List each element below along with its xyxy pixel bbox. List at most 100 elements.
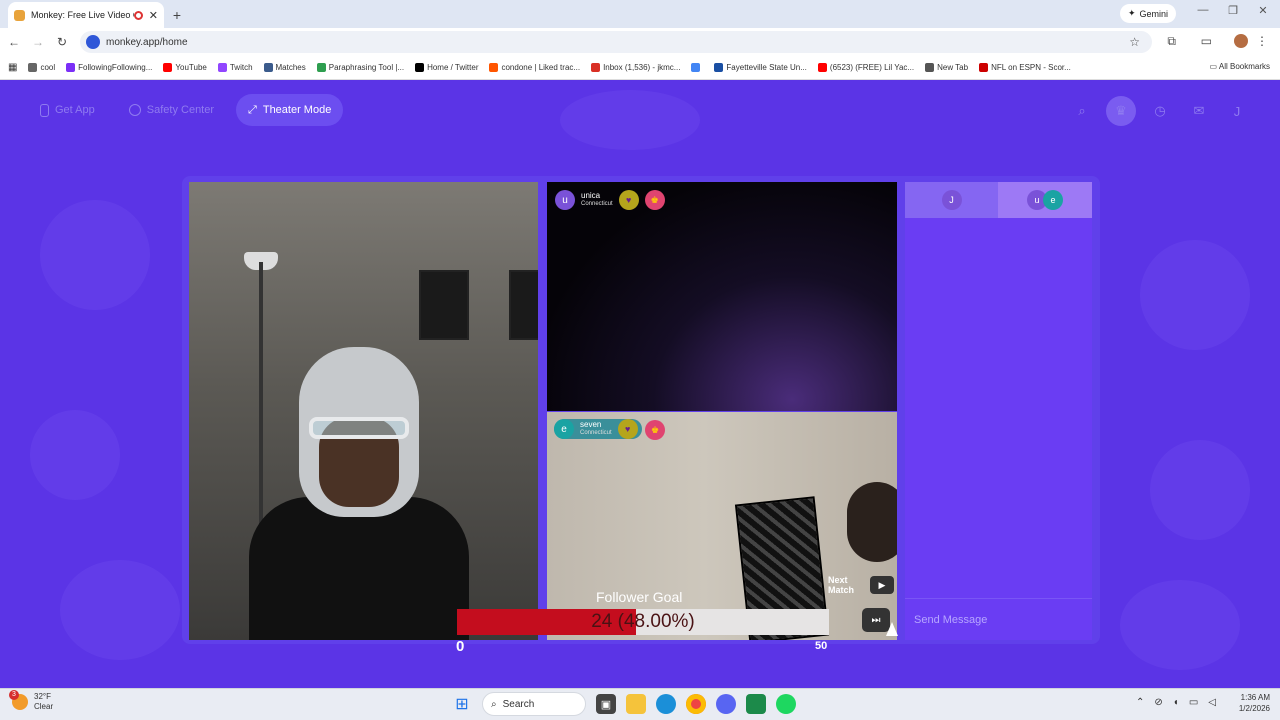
bookmark-item[interactable]: YouTube	[163, 63, 207, 72]
bookmark-item[interactable]: condone | Liked trac...	[489, 63, 580, 72]
chevron-up-icon[interactable]: ⌃	[1136, 697, 1144, 708]
system-tray: ⌃ ⊘ ◖ ▭ ◁	[1136, 697, 1216, 708]
file-explorer-icon[interactable]	[626, 694, 646, 714]
user-chip-unica[interactable]: u unica Connecticut ♥ ♚	[555, 190, 665, 210]
profile-initial[interactable]: J	[1222, 96, 1252, 126]
history-icon[interactable]: ◷	[1145, 96, 1175, 126]
bookmark-star-icon[interactable]: ☆	[1129, 35, 1140, 49]
bookmark-favicon-icon	[925, 63, 935, 72]
cast-icon[interactable]: ▭	[1201, 34, 1212, 48]
bookmark-item[interactable]	[691, 63, 703, 72]
restore-icon[interactable]: ❐	[1218, 4, 1248, 17]
bookmark-item[interactable]: (6523) (FREE) Lil Yac...	[817, 63, 915, 72]
new-tab-button[interactable]: +	[164, 2, 190, 28]
top-nav: Get App Safety Center ⤢ Theater Mode	[28, 94, 344, 126]
reload-icon[interactable]: ↻	[50, 35, 74, 49]
volume-icon[interactable]: ◁	[1208, 697, 1216, 708]
theater-mode-button[interactable]: ⤢ Theater Mode	[236, 94, 344, 126]
bookmark-label: cool	[40, 63, 56, 72]
rank-badge-icon[interactable]: ♚	[644, 190, 665, 210]
browser-tab-bar: Monkey: Free Live Video Ch ✕ +	[0, 0, 1280, 28]
network-icon[interactable]: ⊘	[1154, 697, 1162, 708]
send-message-input[interactable]: Send Message	[905, 598, 1092, 640]
chat-tab-partners[interactable]: u e	[998, 182, 1092, 218]
avatar: u	[555, 190, 575, 210]
safety-center-button[interactable]: Safety Center	[117, 94, 226, 126]
bookmark-item[interactable]: cool	[28, 63, 55, 72]
heart-badge-icon[interactable]: ♥	[618, 190, 639, 210]
taskbar-search-label: Search	[502, 698, 535, 710]
bookmark-item[interactable]: Twitch	[217, 63, 253, 72]
search-icon[interactable]: ⌕	[1067, 96, 1097, 126]
bookmark-item[interactable]: Home / Twitter	[415, 63, 478, 72]
tab-close-icon[interactable]: ✕	[149, 9, 158, 22]
close-window-icon[interactable]: ✕	[1248, 4, 1278, 17]
bookmark-item[interactable]: Paraphrasing Tool |...	[316, 63, 405, 72]
bookmark-favicon-icon	[217, 63, 227, 72]
site-info-icon[interactable]	[86, 35, 100, 49]
mic-icon[interactable]: ◖	[1173, 697, 1179, 708]
self-person	[249, 347, 469, 640]
bookmark-item[interactable]: Inbox (1,536) - jkmc...	[591, 63, 680, 72]
minimize-icon[interactable]: —	[1188, 4, 1218, 16]
url-bar[interactable]: monkey.app/home ☆	[80, 31, 1152, 53]
bookmark-label: YouTube	[175, 63, 207, 72]
user-chip-seven[interactable]: e seven Connecticut ♥	[554, 419, 642, 439]
task-view-icon[interactable]: ▣	[596, 694, 616, 714]
bookmark-label: FollowingFollowing...	[78, 63, 153, 72]
avatar: e	[1043, 190, 1063, 210]
follower-goal-min: 0	[456, 638, 465, 655]
messages-icon[interactable]: ✉	[1184, 96, 1214, 126]
all-bookmarks-label: All Bookmarks	[1218, 62, 1270, 71]
windows-start-icon[interactable]: ⊞	[452, 694, 472, 714]
bookmark-favicon-icon	[489, 63, 499, 72]
bookmark-label: Inbox (1,536) - jkmc...	[603, 63, 681, 72]
bookmarks-bar: ▦ cool FollowingFollowing... YouTube Twitch…	[0, 56, 1280, 80]
taskbar-clock[interactable]: 1:36 AM 1/2/2026	[1239, 692, 1270, 714]
discord-icon[interactable]	[716, 694, 736, 714]
bookmark-label: condone | Liked trac...	[501, 63, 581, 72]
chrome-icon[interactable]	[686, 694, 706, 714]
apps-icon[interactable]: ▦	[8, 62, 17, 73]
follower-goal-bar: 24 (48.00%)	[457, 609, 829, 635]
profile-avatar[interactable]	[1234, 34, 1248, 48]
browser-tab[interactable]: Monkey: Free Live Video Ch ✕	[8, 2, 164, 28]
weather-widget[interactable]: 3 32°F Clear	[9, 690, 53, 712]
bookmark-label: Home / Twitter	[427, 63, 479, 72]
all-bookmarks-button[interactable]: ▭ All Bookmarks	[1210, 62, 1270, 71]
back-icon[interactable]: ←	[2, 35, 26, 49]
heart-badge-icon[interactable]: ♥	[617, 419, 638, 439]
app-icon[interactable]	[746, 694, 766, 714]
wall-poster	[419, 270, 469, 340]
edge-icon[interactable]	[656, 694, 676, 714]
follower-goal-label: 24 (48.00%)	[591, 611, 695, 632]
weather-badge: 3	[9, 690, 19, 700]
crown-icon[interactable]: ♛	[1106, 96, 1136, 126]
menu-icon[interactable]: ⋮	[1256, 34, 1268, 48]
bookmark-item[interactable]: New Tab	[925, 63, 968, 72]
play-icon: ▶	[870, 576, 894, 594]
gemini-button[interactable]: ✦ Gemini	[1119, 4, 1176, 23]
chat-tab-self[interactable]: J	[905, 182, 998, 218]
bookmark-item[interactable]: Matches	[263, 63, 306, 72]
mouse-cursor	[886, 622, 898, 636]
bookmark-item[interactable]: Fayetteville State Un...	[714, 63, 807, 72]
follower-goal-title: Follower Goal	[596, 589, 683, 605]
forward-icon[interactable]: →	[26, 35, 50, 49]
bookmark-favicon-icon	[817, 63, 827, 72]
get-app-button[interactable]: Get App	[28, 94, 107, 126]
display-icon[interactable]: ▭	[1189, 697, 1198, 708]
bookmark-item[interactable]: NFL on ESPN - Scor...	[979, 63, 1071, 72]
next-match-button[interactable]: Next Match ▶	[828, 575, 894, 595]
taskbar-search[interactable]: ⌕ Search	[482, 692, 586, 716]
gemini-label: Gemini	[1139, 8, 1168, 19]
spotify-icon[interactable]	[776, 694, 796, 714]
search-icon: ⌕	[491, 698, 497, 710]
bookmark-label: (6523) (FREE) Lil Yac...	[829, 63, 915, 72]
rank-badge-icon[interactable]: ♚	[645, 420, 665, 440]
bookmark-item[interactable]: FollowingFollowing...	[66, 63, 152, 72]
clock-date: 1/2/2026	[1238, 704, 1270, 713]
avatar: J	[941, 190, 962, 210]
bookmark-label: Paraphrasing Tool |...	[328, 63, 405, 72]
extensions-icon[interactable]: ⧉	[1167, 34, 1176, 49]
